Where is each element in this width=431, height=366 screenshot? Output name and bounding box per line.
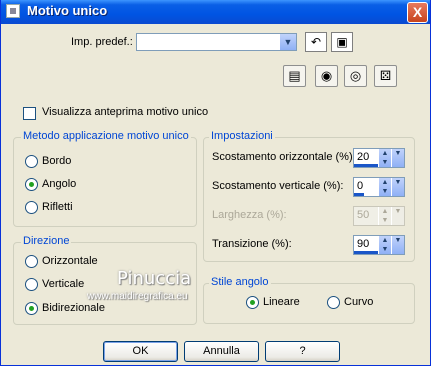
app-icon: [6, 4, 20, 18]
help-button[interactable]: ?: [265, 341, 340, 362]
radio-bordo-label[interactable]: Bordo: [42, 155, 71, 167]
scost-orizz-value[interactable]: 20: [357, 151, 369, 163]
larghezza-value: 50: [357, 209, 370, 221]
transizione-value[interactable]: 90: [357, 238, 369, 250]
dice-icon: ⚄: [379, 68, 392, 83]
chevron-down-icon[interactable]: ▼: [391, 149, 404, 167]
chevron-down-icon[interactable]: ▼: [391, 236, 404, 254]
scost-vert-slider[interactable]: [354, 193, 364, 196]
radio-bordo[interactable]: [25, 155, 38, 168]
field-scost-orizz-label: Scostamento orizzontale (%):: [212, 151, 356, 163]
window-title: Motivo unico: [27, 3, 108, 18]
larghezza-spinner: 50 ▲ ▼ ▼: [353, 206, 405, 226]
auto-proof-button[interactable]: ◎: [344, 65, 367, 87]
direzione-group-title: Direzione: [21, 235, 72, 247]
chevron-down-icon: ▼: [391, 207, 404, 225]
preview-window-button[interactable]: ▤: [283, 65, 306, 87]
radio-bidirezionale[interactable]: [25, 302, 38, 315]
chevron-up-icon: ▲ ▼: [378, 207, 391, 225]
stile-group: [203, 283, 415, 324]
scost-orizz-slider[interactable]: [354, 164, 378, 167]
preview-checkbox[interactable]: [23, 107, 36, 120]
proof-button[interactable]: ◉: [315, 65, 338, 87]
chevron-up-icon[interactable]: ▲ ▼: [378, 178, 391, 196]
radio-bidirezionale-label[interactable]: Bidirezionale: [42, 302, 105, 314]
reset-icon: ↶: [310, 35, 322, 49]
save-preset-button[interactable]: ▣: [331, 32, 353, 52]
window-icon: ▤: [288, 68, 301, 83]
preset-dropdown[interactable]: ▼: [136, 33, 297, 51]
metodo-group-title: Metodo applicazione motivo unico: [21, 130, 191, 142]
radio-verticale-label[interactable]: Verticale: [42, 278, 84, 290]
chevron-down-icon[interactable]: ▼: [391, 178, 404, 196]
eye-hand-icon: ◉: [320, 68, 333, 83]
cancel-button[interactable]: Annulla: [184, 341, 259, 362]
eye-icon: ◎: [349, 68, 362, 83]
transizione-spinner[interactable]: 90 ▲ ▼ ▼: [353, 235, 405, 255]
radio-curvo[interactable]: [327, 296, 340, 309]
scost-orizz-spinner[interactable]: 20 ▲ ▼ ▼: [353, 148, 405, 168]
chevron-up-icon[interactable]: ▲ ▼: [378, 149, 391, 167]
preview-checkbox-label[interactable]: Visualizza anteprima motivo unico: [42, 106, 208, 118]
radio-lineare-label[interactable]: Lineare: [263, 296, 300, 308]
scost-vert-value[interactable]: 0: [357, 180, 363, 192]
reset-preset-button[interactable]: ↶: [305, 32, 327, 52]
field-scost-vert-label: Scostamento verticale (%):: [212, 180, 344, 192]
preset-label: Imp. predef.:: [71, 36, 133, 48]
chevron-up-icon[interactable]: ▲ ▼: [378, 236, 391, 254]
impostazioni-group-title: Impostazioni: [209, 130, 275, 142]
radio-rifletti-label[interactable]: Rifletti: [42, 201, 73, 213]
save-icon: ▣: [336, 35, 348, 49]
dialog-window: Motivo unico X Imp. predef.: ▼ ↶ ▣ ▤ ◉ ◎…: [0, 0, 431, 366]
radio-angolo-label[interactable]: Angolo: [42, 178, 76, 190]
radio-orizzontale-label[interactable]: Orizzontale: [42, 255, 98, 267]
scost-vert-spinner[interactable]: 0 ▲ ▼ ▼: [353, 177, 405, 197]
ok-button[interactable]: OK: [103, 341, 178, 362]
field-larghezza-label: Larghezza (%):: [212, 209, 287, 221]
radio-verticale[interactable]: [25, 278, 38, 291]
field-transizione-label: Transizione (%):: [212, 238, 292, 250]
radio-rifletti[interactable]: [25, 201, 38, 214]
metodo-group: [13, 137, 197, 227]
watermark-name: Pinuccia: [117, 268, 192, 289]
stile-group-title: Stile angolo: [209, 276, 271, 288]
radio-lineare[interactable]: [246, 296, 259, 309]
watermark-url: www.maidiregrafica.eu: [87, 291, 188, 302]
radio-angolo[interactable]: [25, 178, 38, 191]
chevron-down-icon[interactable]: ▼: [280, 34, 296, 50]
title-bar[interactable]: Motivo unico X: [1, 0, 430, 24]
randomize-button[interactable]: ⚄: [374, 65, 397, 87]
radio-orizzontale[interactable]: [25, 255, 38, 268]
radio-curvo-label[interactable]: Curvo: [344, 296, 373, 308]
close-button[interactable]: X: [407, 2, 428, 23]
